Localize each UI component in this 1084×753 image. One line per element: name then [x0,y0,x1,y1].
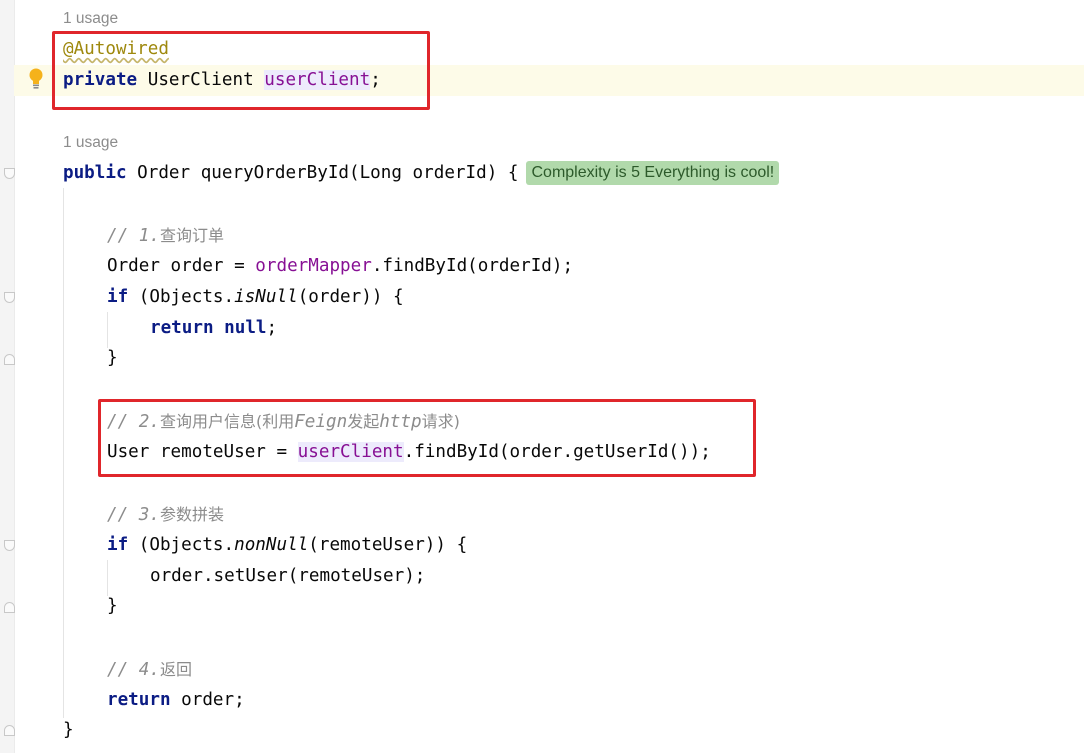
method-signature: Order queryOrderById(Long orderId) { [126,163,519,183]
code-line-order-lookup[interactable]: Order order = orderMapper.findById(order… [107,251,573,282]
fold-marker-icon[interactable] [4,168,15,179]
fold-marker-icon[interactable] [4,725,15,736]
code-text: order.setUser(remoteUser); [150,566,426,586]
code-text: (remoteUser)) { [308,535,468,555]
code-text: } [107,348,118,368]
comment-prefix: // 3. [107,505,160,525]
fold-marker-icon[interactable] [4,292,15,303]
lightbulb-icon[interactable] [27,67,45,91]
comment-3[interactable]: // 3.参数拼装 [107,499,224,530]
code-line-close-method[interactable]: } [63,715,74,746]
code-text: (order)) { [297,287,404,307]
comment-text: 查询订单 [159,226,224,245]
comment-4[interactable]: // 4.返回 [107,654,192,685]
keyword-public: public [63,163,127,183]
highlight-box-remote-call [98,399,756,477]
code-line-if-isnull[interactable]: if (Objects.isNull(order)) { [107,282,404,313]
code-text: .findById(orderId); [371,256,574,276]
comment-1[interactable]: // 1.查询订单 [107,220,224,251]
code-line-return-null[interactable]: return null; [150,313,277,344]
code-text: order; [170,690,245,710]
comment-prefix: // 4. [107,660,160,680]
static-method: isNull [234,287,298,307]
code-line-if-nonnull[interactable]: if (Objects.nonNull(remoteUser)) { [107,530,467,561]
code-line-close-brace[interactable]: } [107,343,118,374]
usage-hint[interactable]: 1 usage [63,9,118,29]
code-text: (Objects. [128,535,235,555]
fold-marker-icon[interactable] [4,540,15,551]
code-text: (Objects. [128,287,235,307]
fold-marker-icon[interactable] [4,602,15,613]
keyword-if: if [107,535,129,555]
keyword-return: return [107,690,171,710]
code-text: Order order = [107,256,256,276]
code-text: } [63,720,74,740]
usage-hint[interactable]: 1 usage [63,133,118,153]
comment-text: 返回 [159,660,192,679]
editor-gutter [0,0,15,753]
code-text: ; [266,318,278,338]
code-text: } [107,596,118,616]
code-line-close-brace[interactable]: } [107,591,118,622]
keyword-null: null [224,318,267,338]
complexity-hint[interactable]: Complexity is 5 Everything is cool! [526,161,780,185]
fold-marker-icon[interactable] [4,354,15,365]
code-line-method-signature[interactable]: public Order queryOrderById(Long orderId… [63,158,780,189]
comment-prefix: // 1. [107,226,160,246]
keyword-if: if [107,287,129,307]
field-ordermapper: orderMapper [255,256,372,276]
indent-guide [63,188,64,718]
comment-text: 参数拼装 [159,505,224,524]
code-line-set-user[interactable]: order.setUser(remoteUser); [150,561,425,592]
code-line-return-order[interactable]: return order; [107,685,245,716]
keyword-return: return [150,318,214,338]
highlight-box-field [52,31,430,110]
static-method: nonNull [234,535,309,555]
